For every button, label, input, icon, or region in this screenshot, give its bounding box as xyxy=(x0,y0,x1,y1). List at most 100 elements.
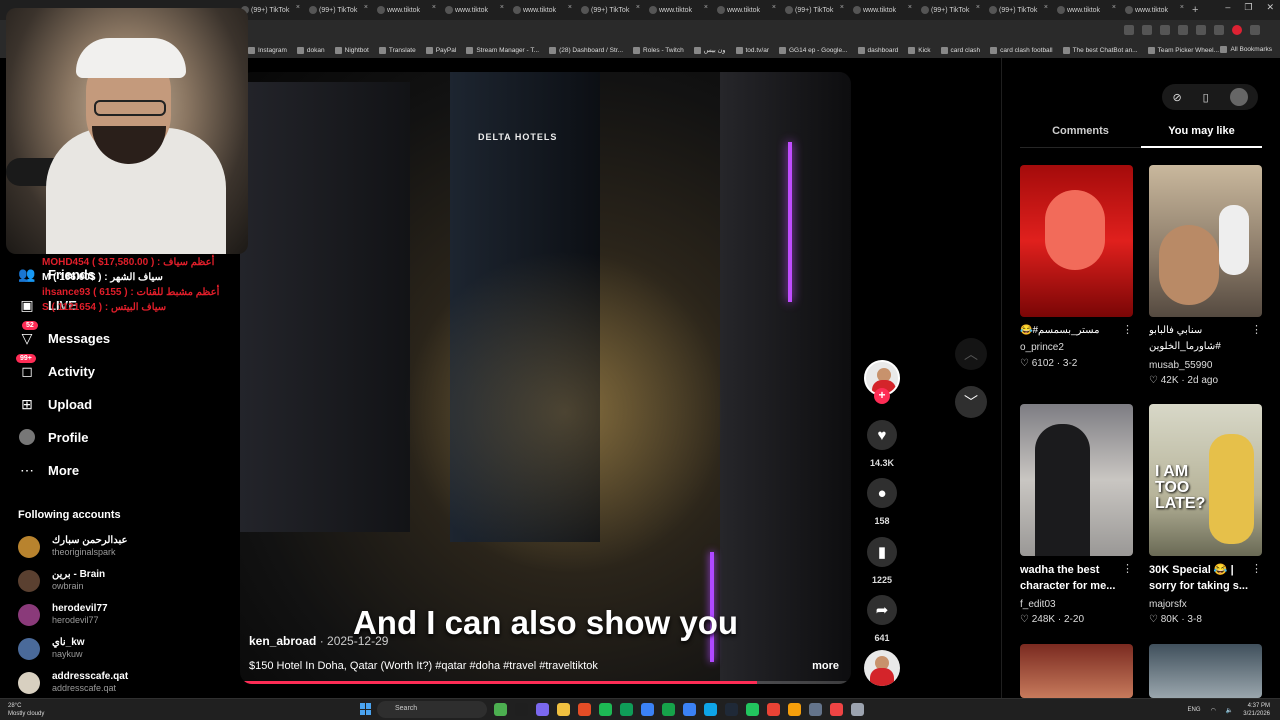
close-tab-icon[interactable]: × xyxy=(1180,4,1184,11)
browser-tab[interactable]: www.tiktok × xyxy=(713,2,780,18)
share-button[interactable]: ➦ xyxy=(867,595,897,625)
clock[interactable]: 4:37 PM 3/21/2026 xyxy=(1243,702,1270,718)
taskbar-app-icon[interactable] xyxy=(746,703,759,716)
card-more-icon[interactable]: ⋮ xyxy=(1251,323,1262,336)
account-avatar[interactable] xyxy=(18,536,40,558)
recommended-card[interactable]: سنابي فالبابو #شاورما_الخلوين ⋮ musab_55… xyxy=(1149,165,1262,390)
following-account[interactable]: addresscafe.qat addresscafe.qat xyxy=(18,668,228,696)
sound-avatar[interactable] xyxy=(864,650,900,686)
bookmark-item[interactable]: PayPal xyxy=(425,46,456,54)
profile-icon[interactable] xyxy=(1232,25,1242,35)
close-tab-icon[interactable]: × xyxy=(840,4,844,11)
weather-widget[interactable]: 28°C Mostly cloudy xyxy=(8,702,44,718)
bookmark-item[interactable]: (28) Dashboard / Str... xyxy=(549,46,623,54)
bookmark-item[interactable]: Roles - Twitch xyxy=(633,46,684,54)
card-thumbnail-partial[interactable] xyxy=(1149,644,1262,698)
comment-button[interactable]: ● xyxy=(867,478,897,508)
video-progress-bar[interactable] xyxy=(244,681,847,684)
close-tab-icon[interactable]: × xyxy=(1112,4,1116,11)
previous-video-button[interactable]: ︿ xyxy=(955,338,987,370)
card-more-icon[interactable]: ⋮ xyxy=(1122,323,1133,336)
nav-messages[interactable]: ▽ 52 Messages xyxy=(18,321,218,350)
share-icon[interactable] xyxy=(1160,25,1170,35)
author-name[interactable]: ken_abroad xyxy=(249,634,316,648)
close-tab-icon[interactable]: × xyxy=(772,4,776,11)
video-author[interactable]: ken_abroad · 2025-12-29 xyxy=(249,634,388,648)
bookmark-item[interactable]: Kick xyxy=(908,46,931,54)
bookmark-item[interactable]: Team Picker Wheel... xyxy=(1147,46,1219,54)
following-account[interactable]: عبدالرحمن سبارك theoriginalspark xyxy=(18,532,228,560)
windows-start-icon[interactable] xyxy=(360,703,372,715)
video-player[interactable]: DELTA HOTELS And I can also show you ken… xyxy=(240,72,851,684)
taskbar-app-icon[interactable] xyxy=(830,703,843,716)
bookmark-star-icon[interactable] xyxy=(1178,25,1188,35)
browser-tab[interactable]: www.tiktok × xyxy=(441,2,508,18)
bookmark-item[interactable]: GG14 ep - Google... xyxy=(778,46,848,54)
close-tab-icon[interactable]: × xyxy=(908,4,912,11)
browser-tab[interactable]: www.tiktok × xyxy=(1053,2,1120,18)
taskbar-app-icon[interactable] xyxy=(578,703,591,716)
wifi-icon[interactable]: ◠ xyxy=(1211,707,1216,714)
nav-profile[interactable]: Profile xyxy=(18,425,218,449)
browser-tab[interactable]: www.tiktok × xyxy=(509,2,576,18)
card-thumbnail[interactable] xyxy=(1020,165,1133,317)
browser-tab[interactable]: (99+) TikTok × xyxy=(917,2,984,18)
recommended-card[interactable]: I AM TOO LATE? 30K Special 😂 | sorry for… xyxy=(1149,404,1262,629)
recommended-card[interactable]: wadha the best character for me... ⋮ f_e… xyxy=(1020,404,1133,629)
bookmark-item[interactable]: Instagram xyxy=(248,46,287,54)
zoom-icon[interactable] xyxy=(1142,25,1152,35)
taskbar-app-icon[interactable] xyxy=(515,703,528,716)
browser-tab[interactable]: www.tiktok × xyxy=(849,2,916,18)
taskbar-app-icon[interactable] xyxy=(704,703,717,716)
account-avatar[interactable] xyxy=(18,604,40,626)
following-account[interactable]: herodevil77 herodevil77 xyxy=(18,600,228,628)
minimize-icon[interactable]: – xyxy=(1225,2,1230,13)
volume-icon[interactable]: 🔈 xyxy=(1226,707,1233,714)
nav-upload[interactable]: ⊞ Upload xyxy=(18,392,218,416)
browser-tab[interactable]: (99+) TikTok × xyxy=(577,2,644,18)
browser-tab[interactable]: www.tiktok × xyxy=(1121,2,1188,18)
close-tab-icon[interactable]: × xyxy=(500,4,504,11)
screen-cast-icon[interactable] xyxy=(1124,25,1134,35)
taskbar-app-icon[interactable] xyxy=(809,703,822,716)
taskbar-app-icon[interactable] xyxy=(662,703,675,716)
save-button[interactable]: ▮ xyxy=(867,537,897,567)
taskbar-app-icon[interactable] xyxy=(536,703,549,716)
close-tab-icon[interactable]: × xyxy=(976,4,980,11)
card-more-icon[interactable]: ⋮ xyxy=(1122,562,1133,575)
taskbar-app-icon[interactable] xyxy=(641,703,654,716)
close-tab-icon[interactable]: × xyxy=(636,4,640,11)
card-user[interactable]: majorsfx xyxy=(1149,599,1187,610)
account-avatar[interactable] xyxy=(18,570,40,592)
sidebar-icon[interactable] xyxy=(1214,25,1224,35)
close-window-icon[interactable]: ✕ xyxy=(1266,2,1274,13)
bookmark-item[interactable]: Translate xyxy=(378,46,416,54)
card-user[interactable]: f_edit03 xyxy=(1020,599,1056,610)
following-account[interactable]: برين - Brain owbrain xyxy=(18,566,228,594)
language-indicator[interactable]: ENG xyxy=(1188,707,1201,713)
taskbar-app-icon[interactable] xyxy=(725,703,738,716)
bookmark-item[interactable]: card clash football xyxy=(990,46,1053,54)
taskbar-app-icon[interactable] xyxy=(683,703,696,716)
tab-you-may-like[interactable]: You may like xyxy=(1141,125,1262,137)
following-account[interactable]: ناي_kw naykuw xyxy=(18,634,228,662)
bookmark-item[interactable]: dashboard xyxy=(857,46,898,54)
bookmark-item[interactable]: Stream Manager - T... xyxy=(466,46,539,54)
taskbar-app-icon[interactable] xyxy=(767,703,780,716)
taskbar-search[interactable]: Search xyxy=(377,701,487,718)
browser-tab[interactable]: (99+) TikTok × xyxy=(781,2,848,18)
browser-tab[interactable]: www.tiktok × xyxy=(373,2,440,18)
bookmark-item[interactable]: card clash xyxy=(940,46,980,54)
card-thumbnail[interactable]: I AM TOO LATE? xyxy=(1149,404,1262,556)
account-avatar[interactable] xyxy=(18,638,40,660)
card-more-icon[interactable]: ⋮ xyxy=(1251,562,1262,575)
bookmark-item[interactable]: ون بيس xyxy=(693,46,726,54)
restore-icon[interactable]: ❐ xyxy=(1244,2,1252,13)
taskbar-app-icon[interactable] xyxy=(557,703,570,716)
tab-comments[interactable]: Comments xyxy=(1020,125,1141,137)
taskbar-app-icon[interactable] xyxy=(851,703,864,716)
nav-activity[interactable]: ◻ 99+ Activity xyxy=(16,354,218,383)
card-thumbnail[interactable] xyxy=(1149,165,1262,317)
bookmark-item[interactable]: The best ChatBot an... xyxy=(1062,46,1138,54)
close-tab-icon[interactable]: × xyxy=(1044,4,1048,11)
